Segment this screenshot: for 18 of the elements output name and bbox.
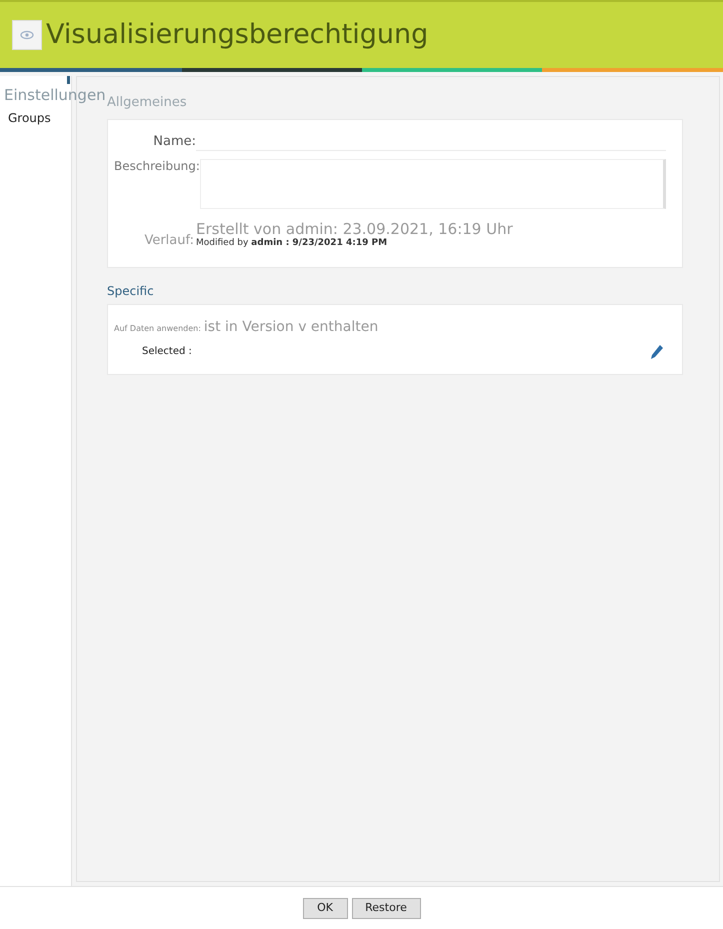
eye-icon — [12, 20, 42, 50]
name-label: Name: — [152, 132, 196, 150]
pencil-icon[interactable] — [650, 344, 664, 360]
window-title: Visualisierungsberechtigung — [46, 18, 428, 52]
selected-label: Selected : — [142, 345, 192, 359]
sidebar-title: Einstellungen — [4, 85, 106, 106]
dialog-button[interactable]: OK — [302, 898, 348, 918]
apply-label: Auf Daten anwenden: — [114, 322, 201, 334]
section-title: Specific — [107, 282, 155, 300]
apply-value: ist in Version v enthalten — [204, 318, 378, 336]
modified-text: Modified by admin : 9/23/2021 4:19 PM — [196, 238, 388, 249]
created-text: Erstellt von admin: 23.09.2021, 16:19 Uhr — [196, 221, 513, 238]
section-title: Allgemeines — [107, 94, 188, 112]
history-label: Verlauf: — [143, 232, 194, 250]
sidebar-item[interactable]: Groups — [8, 108, 71, 126]
description-field[interactable] — [200, 159, 666, 209]
description-label: Beschreibung: — [113, 158, 200, 175]
dialog-button[interactable]: Restore — [352, 898, 420, 918]
